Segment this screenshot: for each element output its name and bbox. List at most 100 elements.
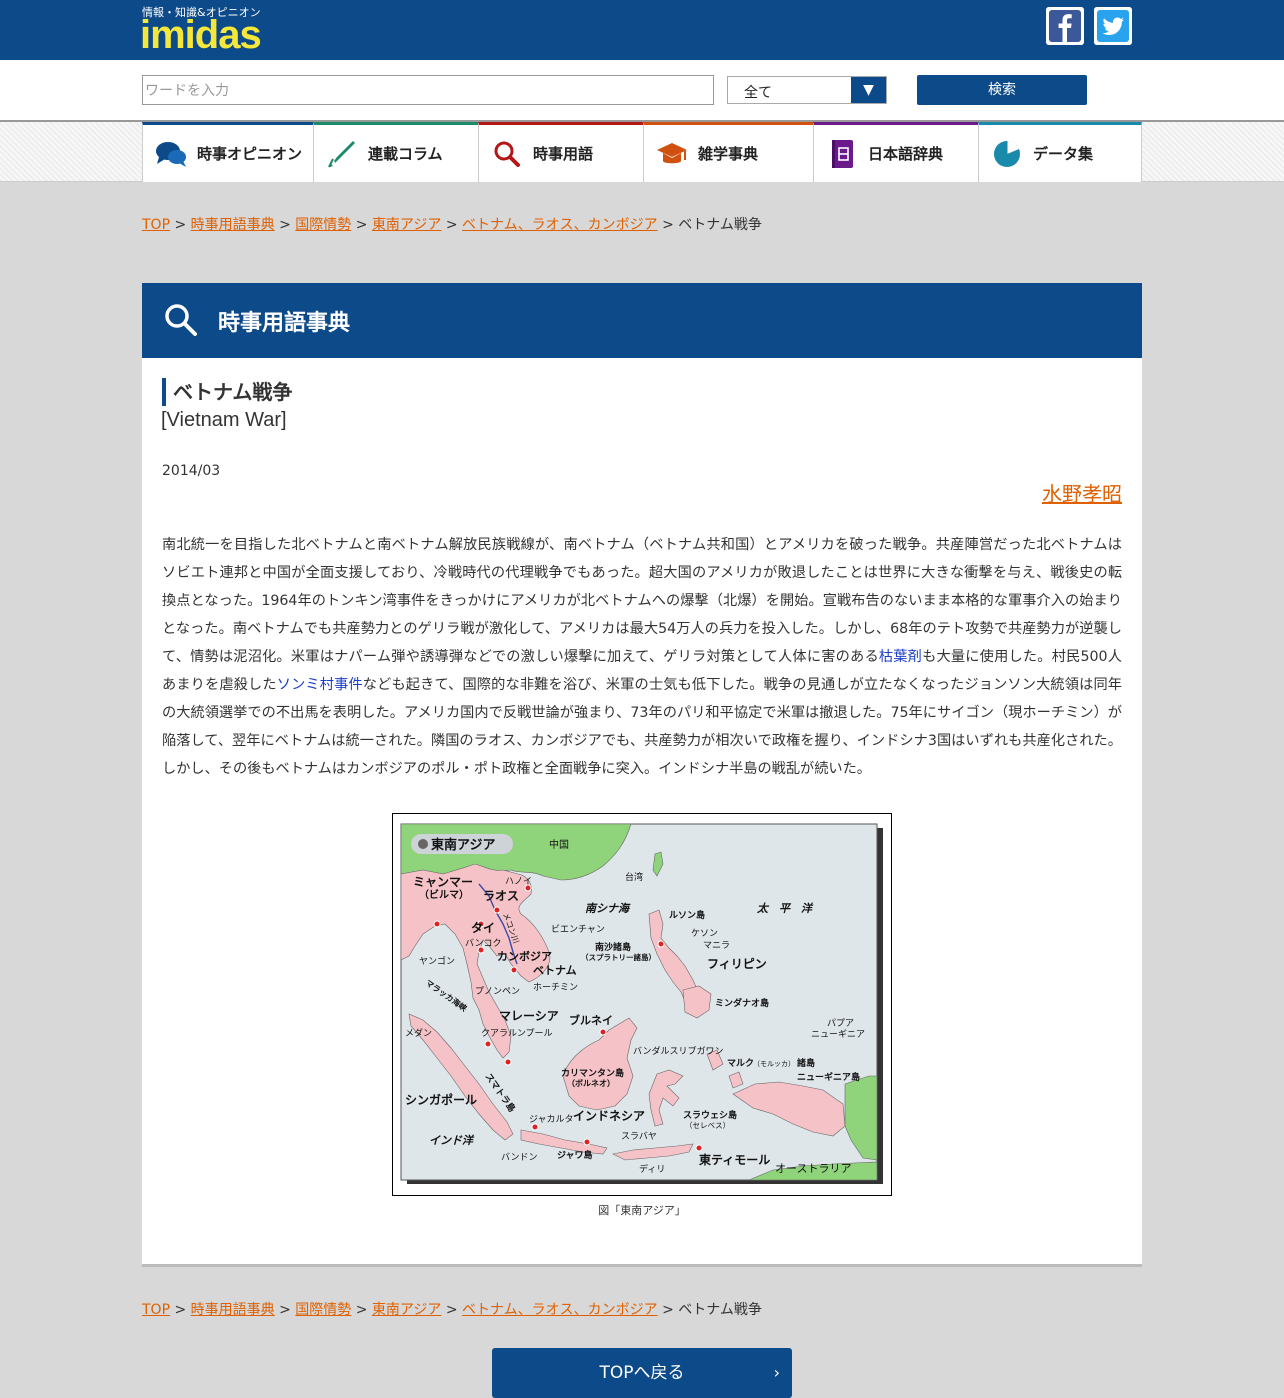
speech-bubbles-icon bbox=[155, 138, 187, 170]
map-label-china: 中国 bbox=[549, 838, 569, 851]
map-label-taiwan: 台湾 bbox=[625, 871, 643, 883]
southeast-asia-map: 東南アジア 中国 台湾 ハノイ ミャンマー （ビルマ） ラオス メコン川 南シナ… bbox=[392, 813, 892, 1196]
map-label-indonesia: インドネシア bbox=[573, 1109, 645, 1123]
map-label-brunei: ブルネイ bbox=[569, 1013, 613, 1027]
map-label-thai: タイ bbox=[471, 921, 495, 935]
map-label-hanoi: ハノイ bbox=[505, 877, 532, 887]
map-label-bandung: バンドン bbox=[501, 1152, 537, 1163]
term-link-my-lai[interactable]: ソンミ村事件 bbox=[277, 677, 363, 693]
term-link-agent-orange[interactable]: 枯葉剤 bbox=[879, 649, 922, 665]
facebook-icon[interactable] bbox=[1046, 7, 1084, 45]
nav-item-data[interactable]: データ集 bbox=[978, 122, 1142, 182]
map-label-java: ジャワ島 bbox=[557, 1149, 593, 1161]
map-label-mindanao: ミンダナオ島 bbox=[715, 997, 769, 1009]
map-label-papua: パプア bbox=[827, 1018, 854, 1029]
map-label-malaysia: マレーシア bbox=[499, 1009, 559, 1023]
map-label-spratly-sub: （スプラトリー諸島） bbox=[581, 952, 656, 962]
body-text: 南北統一を目指した北ベトナムと南ベトナム解放民族戦線が、南ベトナム（ベトナム共和… bbox=[162, 537, 1123, 665]
breadcrumb-link-top[interactable]: TOP bbox=[142, 217, 170, 233]
publish-date: 2014/03 bbox=[162, 463, 221, 479]
map-city-marker bbox=[510, 966, 518, 974]
breadcrumb-separator: > bbox=[355, 217, 368, 233]
breadcrumb-link-top[interactable]: TOP bbox=[142, 1302, 170, 1318]
map-label-bandar: バンダルスリブガワン bbox=[633, 1045, 723, 1057]
map-label-hochiminh: ホーチミン bbox=[533, 982, 578, 993]
breadcrumb-separator: > bbox=[174, 1302, 187, 1318]
breadcrumb-link-international[interactable]: 国際情勢 bbox=[295, 217, 351, 233]
map-city-marker bbox=[504, 1058, 512, 1066]
breadcrumb-current: ベトナム戦争 bbox=[678, 217, 762, 233]
breadcrumb-link-indochina[interactable]: ベトナム、ラオス、カンボジア bbox=[462, 1302, 658, 1318]
breadcrumb-link-terms[interactable]: 時事用語事典 bbox=[191, 217, 275, 233]
pen-icon bbox=[326, 138, 358, 170]
map-label-maluku: マルク bbox=[727, 1058, 754, 1069]
search-button[interactable]: 検索 bbox=[917, 75, 1087, 105]
term-title: ベトナム戦争 bbox=[162, 378, 292, 406]
pie-chart-icon bbox=[991, 138, 1023, 170]
site-logo[interactable]: imidas bbox=[140, 14, 262, 56]
map-label-australia: オーストラリア bbox=[775, 1162, 851, 1175]
map-city-marker bbox=[695, 1144, 703, 1152]
map-label-myanmar: ミャンマー bbox=[413, 875, 473, 889]
map-label-pacific: 太 平 洋 bbox=[756, 902, 814, 915]
panel-header: 時事用語事典 bbox=[142, 283, 1142, 358]
map-label-medan: メダン bbox=[405, 1027, 432, 1039]
term-english: [Vietnam War] bbox=[161, 409, 287, 431]
chevron-right-icon: › bbox=[773, 1363, 780, 1382]
map-label-indian-ocean: インド洋 bbox=[429, 1134, 475, 1147]
map-label-newguinea-island: ニューギニア島 bbox=[797, 1071, 860, 1083]
nav-item-label: 連載コラム bbox=[368, 145, 443, 163]
nav-item-label: 日本語辞典 bbox=[868, 145, 944, 163]
breadcrumb-link-southeast-asia[interactable]: 東南アジア bbox=[372, 1302, 441, 1318]
breadcrumb-current: ベトナム戦争 bbox=[678, 1302, 762, 1318]
category-select[interactable]: 全て ▼ bbox=[727, 76, 887, 104]
nav-item-label: 時事オピニオン bbox=[197, 145, 303, 163]
map-label-manila: マニラ bbox=[703, 940, 730, 951]
breadcrumb-link-southeast-asia[interactable]: 東南アジア bbox=[372, 217, 441, 233]
map-label-phnompenh: プノンペン bbox=[475, 986, 520, 997]
map-city-marker bbox=[433, 920, 441, 928]
breadcrumb-link-international[interactable]: 国際情勢 bbox=[295, 1302, 351, 1318]
twitter-icon[interactable] bbox=[1094, 7, 1132, 45]
map-label-bangkok: バンコク bbox=[465, 938, 501, 949]
breadcrumb-link-terms[interactable]: 時事用語事典 bbox=[191, 1302, 275, 1318]
map-label-kl: クアラルンプール bbox=[481, 1028, 553, 1039]
breadcrumb-separator: > bbox=[174, 217, 187, 233]
nav-item-label: データ集 bbox=[1033, 145, 1094, 163]
map-title: 東南アジア bbox=[431, 837, 495, 853]
map-label-spratly: 南沙諸島 bbox=[595, 941, 631, 953]
map-label-jakarta: ジャカルタ bbox=[529, 1114, 574, 1125]
map-label-kalimantan-sub: （ボルネオ） bbox=[567, 1078, 615, 1088]
graduation-cap-icon bbox=[656, 138, 688, 170]
nav-item-column[interactable]: 連載コラム bbox=[313, 122, 478, 182]
search-input[interactable]: ワードを入力 bbox=[142, 75, 714, 105]
nav-item-opinion[interactable]: 時事オピニオン bbox=[142, 122, 313, 182]
breadcrumb-link-indochina[interactable]: ベトナム、ラオス、カンボジア bbox=[462, 217, 658, 233]
article-body: 南北統一を目指した北ベトナムと南ベトナム解放民族戦線が、南ベトナム（ベトナム共和… bbox=[162, 531, 1122, 783]
breadcrumb-separator: > bbox=[355, 1302, 368, 1318]
map-city-marker bbox=[657, 940, 665, 948]
map-label-south-china-sea: 南シナ海 bbox=[585, 902, 631, 915]
figure-caption: 図「東南アジア」 bbox=[598, 1204, 686, 1217]
dictionary-book-icon bbox=[826, 138, 858, 170]
breadcrumb-bottom: TOP > 時事用語事典 > 国際情勢 > 東南アジア > ベトナム、ラオス、カ… bbox=[142, 1299, 762, 1319]
nav-item-label: 雑学事典 bbox=[698, 145, 759, 163]
author-link[interactable]: 水野孝昭 bbox=[1042, 478, 1122, 507]
back-to-top-button[interactable]: TOPへ戻る › bbox=[492, 1348, 792, 1398]
map-label-newguinea: ニューギニア bbox=[811, 1029, 865, 1040]
main-nav: 時事オピニオン 連載コラム 時事用語 雑学事典 日本語辞典 データ集 bbox=[0, 120, 1284, 182]
map-label-kalimantan: カリマンタン島 bbox=[561, 1067, 624, 1079]
nav-item-dictionary[interactable]: 日本語辞典 bbox=[813, 122, 978, 182]
map-city-marker bbox=[484, 1040, 492, 1048]
category-select-value: 全て bbox=[744, 85, 772, 101]
nav-item-trivia[interactable]: 雑学事典 bbox=[643, 122, 813, 182]
map-label-maluku-sub: （モルッカ） bbox=[753, 1060, 795, 1068]
chevron-down-icon[interactable]: ▼ bbox=[851, 77, 886, 103]
breadcrumb-separator: > bbox=[445, 1302, 458, 1318]
panel-title: 時事用語事典 bbox=[218, 311, 351, 336]
map-label-sulawesi-sub: （セレベス） bbox=[685, 1121, 730, 1130]
nav-item-terms[interactable]: 時事用語 bbox=[478, 122, 643, 182]
map-label-singapore: シンガポール bbox=[405, 1092, 477, 1107]
map-label-myanmar-sub: （ビルマ） bbox=[419, 888, 469, 901]
map-label-vientiane: ビエンチャン bbox=[551, 924, 605, 935]
